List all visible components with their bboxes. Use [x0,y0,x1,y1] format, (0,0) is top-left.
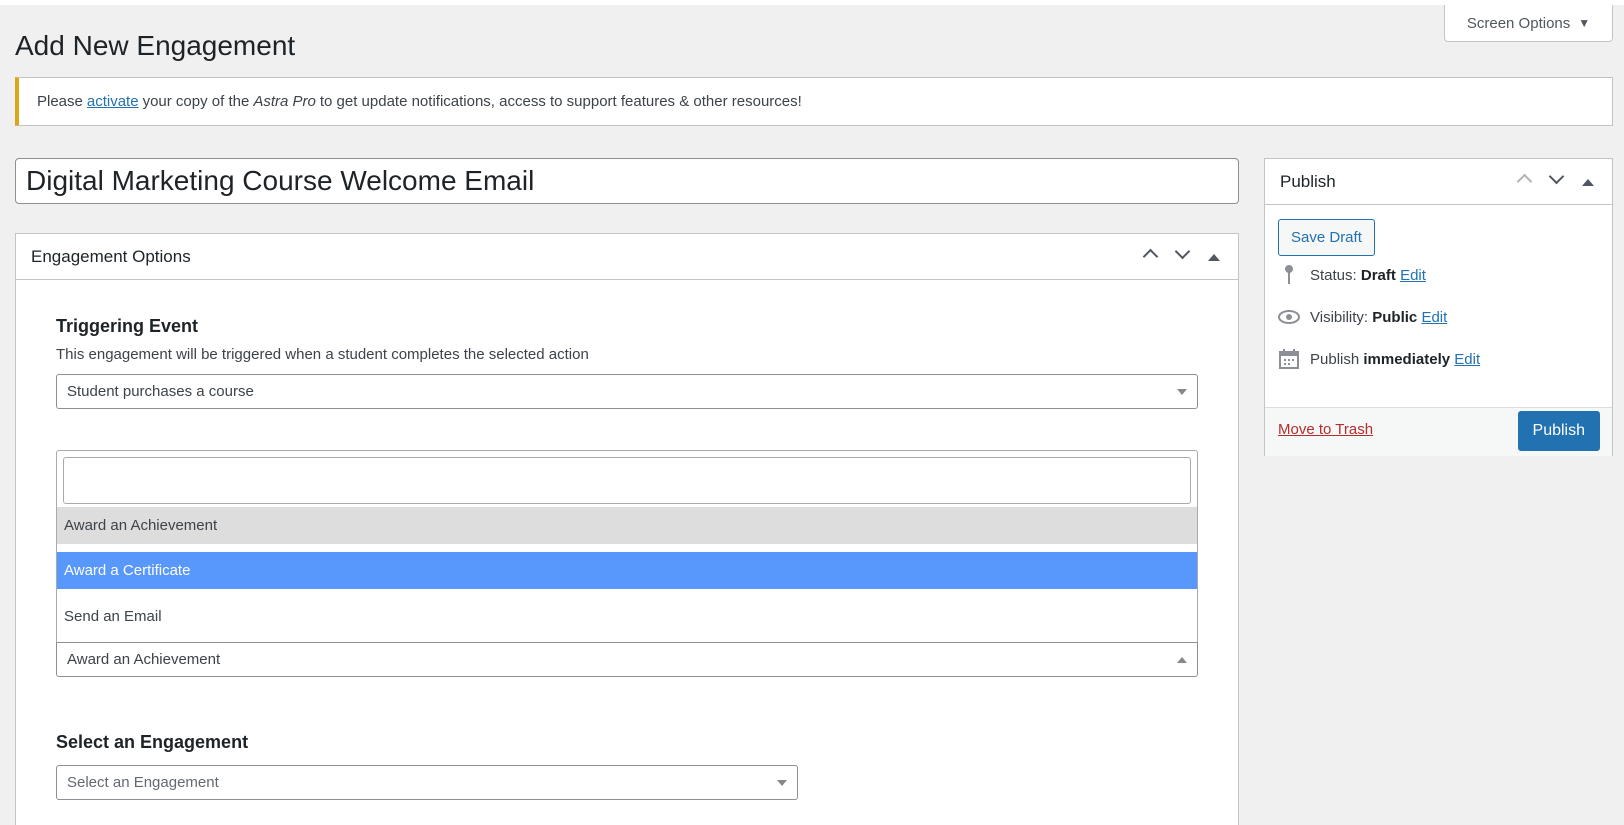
pin-icon [1278,264,1300,286]
option-send-email[interactable]: Send an Email [57,598,1197,635]
select-engagement-placeholder: Select an Engagement [67,774,219,791]
collapse-toggle-icon[interactable] [1579,173,1597,191]
save-draft-button[interactable]: Save Draft [1278,219,1375,256]
notice-text-after: to get update notifications, access to s… [319,93,802,110]
notice-text-before: Please [37,93,83,110]
triggering-event-description: This engagement will be triggered when a… [56,346,589,363]
triggering-event-select[interactable]: Student purchases a course [56,374,1198,409]
publish-date-row: Publish immediately Edit [1278,348,1480,370]
minor-publishing-actions: Save Draft [1265,205,1612,270]
select-engagement-select[interactable]: Select an Engagement [56,765,798,800]
publish-heading: Publish [1280,171,1336,191]
visibility-edit-link[interactable]: Edit [1421,309,1447,326]
top-strip [0,0,1624,5]
move-to-trash-link[interactable]: Move to Trash [1278,421,1373,438]
post-title-value: Digital Marketing Course Welcome Email [26,165,535,196]
status-label: Status: [1310,266,1357,284]
page-title: Add New Engagement [15,30,296,61]
move-up-icon[interactable] [1141,246,1159,267]
visibility-value: Public [1372,308,1418,326]
screen-options-button[interactable]: Screen Options ▼ [1444,5,1613,42]
activation-notice: Please activate your copy of the Astra P… [15,77,1613,126]
engagement-options-header: Engagement Options [16,234,1238,280]
move-down-icon[interactable] [1173,246,1191,267]
activate-link[interactable]: activate [87,93,139,110]
post-title-input[interactable]: Digital Marketing Course Welcome Email [15,158,1239,204]
screen-options-label: Screen Options [1466,14,1571,32]
triggering-event-label: Triggering Event [56,316,199,336]
engagement-type-value: Award an Achievement [67,651,221,668]
visibility-row: Visibility: Public Edit [1278,306,1447,328]
publish-date-edit-link[interactable]: Edit [1454,351,1480,368]
dropdown-arrow-icon [1177,389,1187,395]
move-down-icon[interactable] [1547,171,1565,192]
visibility-label: Visibility: [1310,308,1369,326]
notice-text-middle: your copy of the [142,93,250,110]
option-award-certificate[interactable]: Award a Certificate [57,552,1197,589]
collapse-toggle-icon[interactable] [1205,248,1223,266]
publish-box: Publish Save Draft Status: Draft Edit Vi… [1264,158,1613,456]
option-award-achievement[interactable]: Award an Achievement [57,507,1197,544]
notice-product-name: Astra Pro [253,93,316,110]
dropdown-arrow-up-icon [1177,657,1187,663]
dropdown-search-input[interactable] [63,457,1191,504]
engagement-type-dropdown: Award an Achievement Award a Certificate… [56,450,1198,643]
publish-date-label: Publish [1310,350,1360,368]
publish-handles [1515,171,1597,192]
select-engagement-label: Select an Engagement [56,732,249,752]
engagement-options-handles [1141,246,1223,267]
dropdown-arrow-icon [777,780,787,786]
eye-icon [1278,306,1300,328]
status-value: Draft [1360,266,1396,284]
status-row: Status: Draft Edit [1278,264,1426,286]
triggering-event-value: Student purchases a course [67,383,254,400]
status-edit-link[interactable]: Edit [1400,267,1426,284]
engagement-options-heading: Engagement Options [31,246,191,266]
engagement-type-select[interactable]: Award an Achievement [56,642,1198,677]
caret-down-icon: ▼ [1578,16,1591,30]
engagement-options-box: Engagement Options Triggering Event This… [15,233,1239,825]
publish-button[interactable]: Publish [1517,411,1600,451]
calendar-icon [1278,348,1300,370]
publish-header: Publish [1265,159,1612,205]
publish-date-value: immediately [1363,350,1451,368]
major-publishing-actions: Move to Trash Publish [1265,407,1612,456]
move-up-icon[interactable] [1515,171,1533,192]
